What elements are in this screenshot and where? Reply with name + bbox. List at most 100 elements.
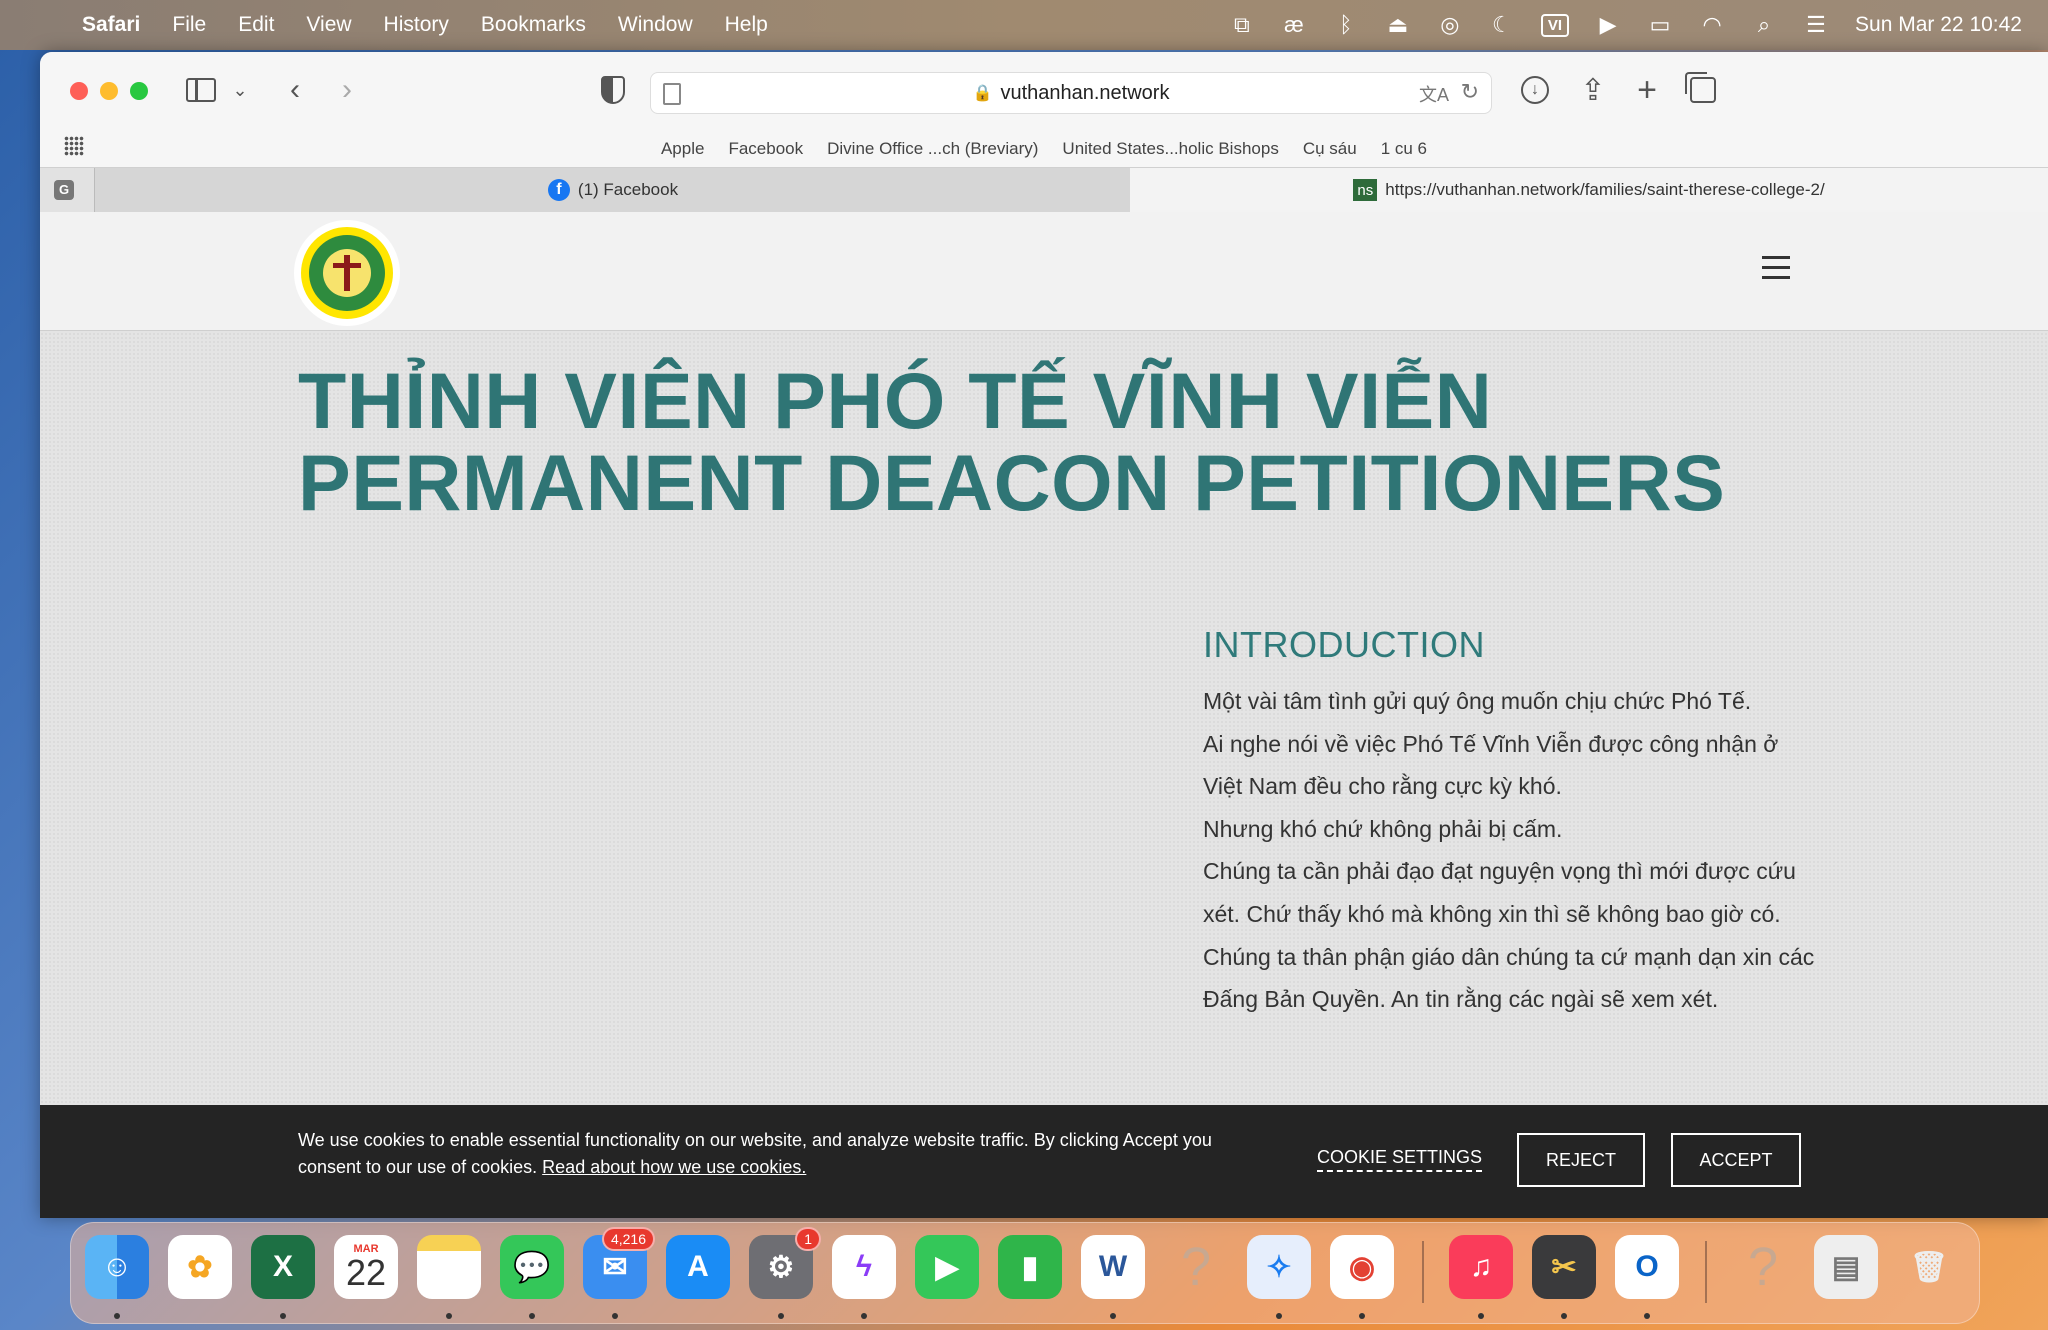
menu-file[interactable]: File <box>172 13 206 37</box>
unknown-app-icon[interactable]: ? <box>1731 1235 1795 1299</box>
menu-clock[interactable]: Sun Mar 22 10:42 <box>1855 13 2022 37</box>
browser-toolbar: ⌄ ‹ › 🔒 vuthanhan.network 文A ↻ ↓ ⇪ + App… <box>40 52 2048 167</box>
translate-icon[interactable]: ⧉ <box>1229 12 1255 38</box>
privacy-report-button[interactable] <box>596 70 630 110</box>
intro-paragraph: Một vài tâm tình gửi quý ông muốn chịu c… <box>1203 688 1752 714</box>
tabs-icon <box>1685 72 1716 103</box>
site-header <box>40 212 2048 331</box>
photos-icon[interactable]: ✿ <box>168 1235 232 1299</box>
shield-icon <box>601 76 625 104</box>
hamburger-menu-icon[interactable] <box>1762 256 1790 280</box>
tab-facebook[interactable]: f (1) Facebook <box>94 168 1132 212</box>
menu-bar: Safari File Edit View History Bookmarks … <box>0 0 2048 50</box>
messages-icon[interactable]: 💬 <box>500 1235 564 1299</box>
chevron-down-icon[interactable]: ⌄ <box>230 70 250 110</box>
eject-icon[interactable]: ⏏ <box>1385 12 1411 38</box>
unknown-app-icon[interactable]: ? <box>1164 1235 1228 1299</box>
download-icon: ↓ <box>1521 76 1549 104</box>
moon-icon[interactable]: ☾ <box>1489 12 1515 38</box>
accept-button[interactable]: ACCEPT <box>1671 1133 1801 1187</box>
notes-icon[interactable] <box>417 1235 481 1299</box>
close-window-button[interactable] <box>70 82 88 100</box>
reload-icon[interactable]: ↻ <box>1461 79 1479 105</box>
menu-history[interactable]: History <box>384 13 449 37</box>
document-icon[interactable]: ▤ <box>1814 1235 1878 1299</box>
site-logo[interactable] <box>298 224 396 322</box>
menu-bookmarks[interactable]: Bookmarks <box>481 13 586 37</box>
bookmark-item[interactable]: 1 cu 6 <box>1381 132 1427 166</box>
word-icon[interactable]: W <box>1081 1235 1145 1299</box>
search-icon[interactable]: ⌕ <box>1751 12 1777 38</box>
ae-icon[interactable]: æ <box>1281 12 1307 38</box>
running-indicator <box>446 1313 452 1319</box>
back-button[interactable]: ‹ <box>280 70 310 110</box>
utility-icon[interactable]: ✂ <box>1532 1235 1596 1299</box>
status-area: ⧉ æ ᛒ ⏏ ◎ ☾ VI ▶ ▭ ◠ ⌕ ☰ Sun Mar 22 10:4… <box>1229 0 2022 50</box>
menu-help[interactable]: Help <box>725 13 768 37</box>
new-tab-button[interactable]: + <box>1630 70 1664 110</box>
translate-page-icon[interactable]: 文A <box>1419 81 1449 107</box>
input-source-icon[interactable]: VI <box>1540 13 1570 37</box>
menu-window[interactable]: Window <box>618 13 693 37</box>
calendar-icon[interactable]: MAR 22 <box>334 1235 398 1299</box>
running-indicator <box>1110 1313 1116 1319</box>
intro-body: Một vài tâm tình gửi quý ông muốn chịu c… <box>1203 680 1823 1021</box>
cookie-settings-button[interactable]: COOKIE SETTINGS <box>1317 1147 1483 1172</box>
mail-badge: 4,216 <box>601 1227 655 1251</box>
bookmark-item[interactable]: Facebook <box>728 132 803 166</box>
address-bar[interactable]: 🔒 vuthanhan.network 文A ↻ <box>650 72 1492 114</box>
mail-icon[interactable]: ✉ 4,216 <box>583 1227 655 1299</box>
play-icon[interactable]: ▶ <box>1595 12 1621 38</box>
zoom-window-button[interactable] <box>130 82 148 100</box>
dock-separator <box>1705 1241 1707 1303</box>
bookmarks-bar: Apple Facebook Divine Office ...ch (Brev… <box>40 132 2048 166</box>
running-indicator <box>114 1313 120 1319</box>
menu-view[interactable]: View <box>306 13 351 37</box>
safari-icon[interactable]: ✧ <box>1247 1235 1311 1299</box>
tab-overview-button[interactable] <box>1685 70 1720 110</box>
intro-paragraph: Chúng ta cần phải đạo đạt nguyện vọng th… <box>1203 858 1796 927</box>
numbers-icon[interactable]: ▮ <box>998 1235 1062 1299</box>
bookmark-item[interactable]: United States...holic Bishops <box>1062 132 1278 166</box>
cookie-policy-link[interactable]: Read about how we use cookies. <box>542 1157 806 1177</box>
running-indicator <box>861 1313 867 1319</box>
forward-button[interactable]: › <box>332 70 362 110</box>
system-settings-icon[interactable]: ⚙ 1 <box>749 1227 821 1299</box>
reader-icon[interactable] <box>663 83 681 105</box>
app-store-icon[interactable]: A <box>666 1235 730 1299</box>
trash-icon[interactable]: 🗑 <box>1897 1235 1961 1299</box>
chrome-icon[interactable]: ◉ <box>1330 1235 1394 1299</box>
tab-group-badge[interactable]: G <box>54 180 74 200</box>
logo-center <box>323 249 371 297</box>
bookmark-item[interactable]: Apple <box>661 132 704 166</box>
sidebar-toggle-button[interactable] <box>186 70 216 110</box>
share-button[interactable]: ⇪ <box>1576 70 1610 110</box>
reject-button[interactable]: REJECT <box>1517 1133 1645 1187</box>
intro-paragraph: Ai nghe nói về việc Phó Tế Vĩnh Viễn đượ… <box>1203 730 1779 800</box>
tab-label: (1) Facebook <box>577 180 679 199</box>
tab-bar: G f (1) Facebook ns https://vuthanhan.ne… <box>40 167 2048 213</box>
finder-icon[interactable]: ☺ <box>85 1235 149 1299</box>
downloads-button[interactable]: ↓ <box>1518 70 1552 110</box>
outlook-icon[interactable]: O <box>1615 1235 1679 1299</box>
tab-vuthanhan[interactable]: ns https://vuthanhan.network/families/sa… <box>1130 168 2048 212</box>
music-icon[interactable]: ♫ <box>1449 1235 1513 1299</box>
facetime-icon[interactable]: ▶ <box>915 1235 979 1299</box>
tab-label: https://vuthanhan.network/families/saint… <box>1385 180 1825 199</box>
excel-icon[interactable]: X <box>251 1235 315 1299</box>
bookmark-item[interactable]: Divine Office ...ch (Breviary) <box>827 132 1038 166</box>
minimize-window-button[interactable] <box>100 82 118 100</box>
control-center-icon[interactable]: ☰ <box>1803 12 1829 38</box>
dock-separator <box>1422 1241 1424 1303</box>
menu-edit[interactable]: Edit <box>238 13 274 37</box>
running-indicator <box>612 1313 618 1319</box>
bluetooth-icon[interactable]: ᛒ <box>1333 12 1359 38</box>
wifi-icon[interactable]: ◠ <box>1699 12 1725 38</box>
intro-paragraph: Chúng ta thân phận giáo dân chúng ta cứ … <box>1203 943 1815 1013</box>
battery-icon[interactable]: ▭ <box>1647 12 1673 38</box>
menu-app-name[interactable]: Safari <box>82 13 140 37</box>
messenger-icon[interactable]: ϟ <box>832 1235 896 1299</box>
web-page: THỈNH VIÊN PHÓ TẾ VĨNH VIỄN PERMANENT DE… <box>40 212 2048 1218</box>
airdrop-icon[interactable]: ◎ <box>1437 12 1463 38</box>
bookmark-item[interactable]: Cụ sáu <box>1303 132 1357 166</box>
